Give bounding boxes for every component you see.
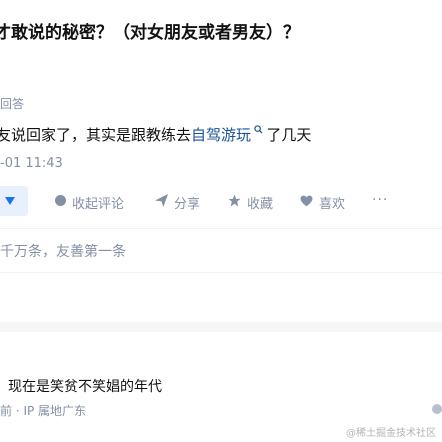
question-title[interactable]: 才敢说的秘密？（对女朋友或者男友）？ [0,18,300,43]
search-link[interactable]: 自驾游玩 [191,126,251,144]
like-label: 喜欢 [319,197,346,212]
triangle-down-icon [5,194,15,208]
comment-meta: 前 · IP 属地广东 [0,404,87,418]
comment-count-text: 千万条，友善第一条 [0,244,126,260]
answer-content: 友说回家了，其实是跟教练去自驾游玩 了几天 [0,124,311,145]
share-button[interactable]: 分享 [155,193,200,212]
favorite-label: 收藏 [247,197,274,212]
answer-label: 回答 [0,97,25,111]
more-options-button[interactable]: ··· [372,192,388,208]
collapse-comments-label: 收起评论 [72,197,125,212]
search-icon [251,125,266,137]
like-button[interactable]: 喜欢 [300,193,345,212]
share-label: 分享 [174,197,201,212]
avatar[interactable] [432,404,442,414]
star-icon [228,194,241,211]
answer-text-before: 友说回家了，其实是跟教练去 [0,126,192,144]
watermark: @稀土掘金技术社区 [346,428,436,439]
comment-icon [55,195,66,210]
divider [0,228,442,229]
answer-text-after: 了几天 [266,126,312,144]
share-icon [155,194,168,211]
divider [0,272,442,273]
answer-time: -01 11:43 [0,156,63,171]
heart-icon [300,195,313,211]
comment-text: ，现在是笑贫不笑娼的年代 [0,379,162,395]
collapse-comments-button[interactable]: 收起评论 [55,193,124,212]
favorite-button[interactable]: 收藏 [228,193,273,212]
section-gap [0,322,442,332]
vote-down-button[interactable] [0,186,28,216]
